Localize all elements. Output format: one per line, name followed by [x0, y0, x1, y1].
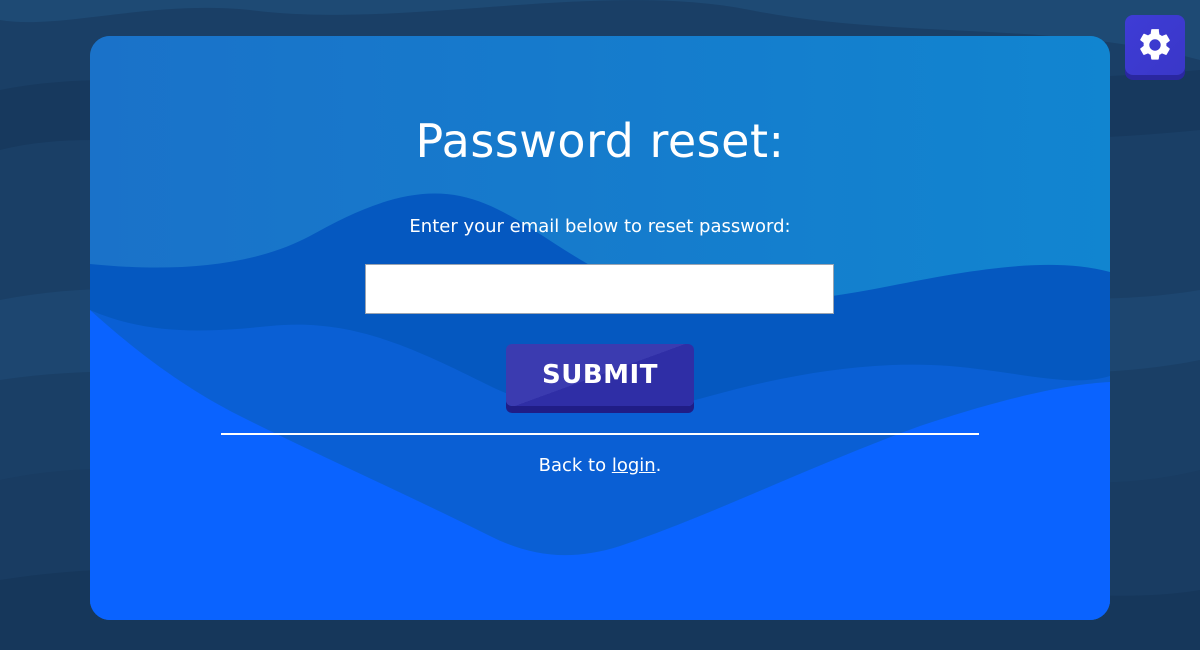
page-title: Password reset:	[415, 114, 785, 168]
divider	[221, 433, 979, 435]
gear-icon	[1140, 29, 1170, 60]
back-suffix: .	[655, 455, 662, 476]
login-link[interactable]: login	[612, 455, 656, 476]
email-field[interactable]	[365, 264, 834, 314]
submit-button[interactable]: SUBMIT	[506, 344, 694, 406]
back-prefix: Back to	[538, 455, 612, 476]
instructions-text: Enter your email below to reset password…	[409, 216, 791, 237]
settings-button[interactable]	[1125, 15, 1185, 75]
password-reset-card: Password reset: Enter your email below t…	[90, 36, 1110, 620]
back-to-login-text: Back to login.	[90, 455, 1110, 476]
